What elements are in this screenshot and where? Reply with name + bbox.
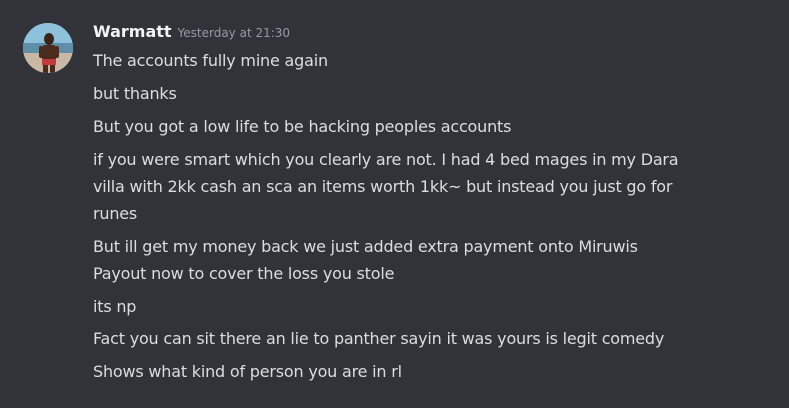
author-name[interactable]: Warmatt bbox=[93, 22, 172, 41]
avatar[interactable] bbox=[23, 23, 73, 73]
message-group: Warmatt Yesterday at 21:30 The accounts f… bbox=[0, 0, 789, 408]
message-line: But you got a low life to be hacking peo… bbox=[93, 117, 512, 136]
message-line: but thanks bbox=[93, 84, 177, 103]
message-line: But ill get my money back we just added … bbox=[93, 237, 638, 256]
message-line: Payout now to cover the loss you stole bbox=[93, 264, 395, 283]
message-line: runes bbox=[93, 204, 138, 223]
message-line: its np bbox=[93, 297, 137, 316]
avatar-image bbox=[23, 23, 73, 73]
message-line: Fact you can sit there an lie to panther… bbox=[93, 329, 665, 348]
message-header: Warmatt Yesterday at 21:30 bbox=[93, 22, 290, 46]
message-line: villa with 2kk cash an sca an items wort… bbox=[93, 177, 673, 196]
message-line: The accounts fully mine again bbox=[93, 51, 328, 70]
message-timestamp[interactable]: Yesterday at 21:30 bbox=[178, 26, 291, 40]
message-line: Shows what kind of person you are in rl bbox=[93, 362, 402, 381]
message-line: if you were smart which you clearly are … bbox=[93, 150, 679, 169]
